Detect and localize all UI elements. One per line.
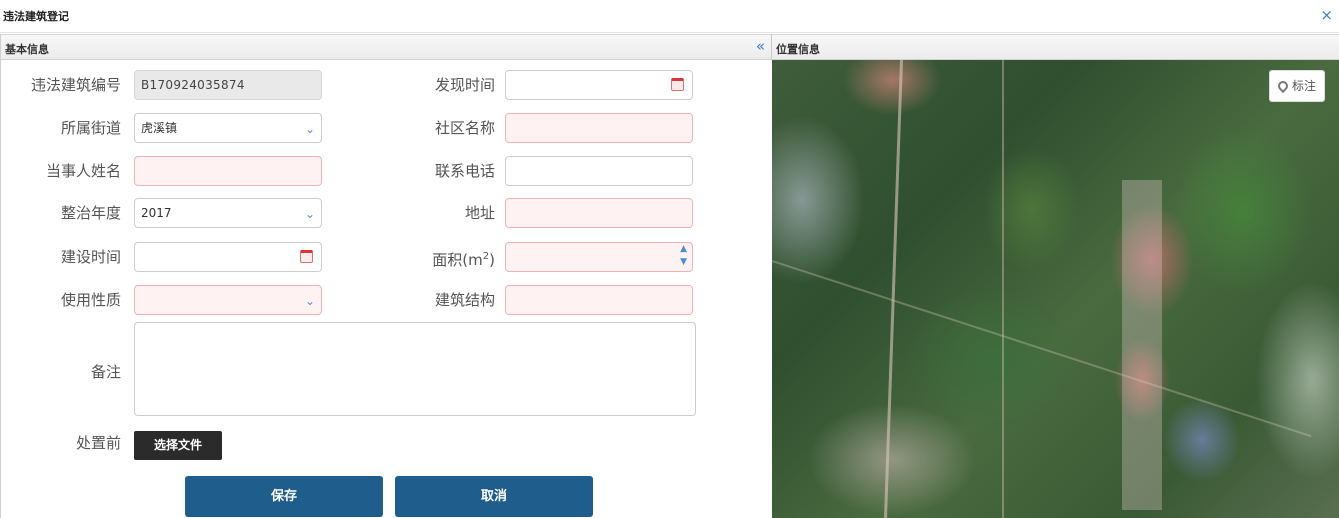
basic-info-form: 违法建筑编号 B170924035874 发现时间 所属街道 虎溪镇 ⌄ 社区名… <box>0 60 771 518</box>
party-name-label: 当事人姓名 <box>45 162 121 180</box>
calendar-icon[interactable] <box>671 78 684 91</box>
location-pin-icon <box>1275 78 1291 94</box>
community-field[interactable] <box>505 113 693 143</box>
map-road <box>884 60 903 518</box>
structure-label: 建筑结构 <box>434 291 495 309</box>
area-label-text: 面积(m <box>432 251 483 269</box>
street-select[interactable]: 虎溪镇 ⌄ <box>134 113 322 143</box>
mark-location-button[interactable]: 标注 <box>1269 70 1325 102</box>
address-field[interactable] <box>505 198 693 228</box>
save-button[interactable]: 保存 <box>185 476 383 517</box>
chevron-down-icon: ⌄ <box>304 207 315 221</box>
party-name-field[interactable] <box>134 156 322 186</box>
year-label: 整治年度 <box>60 204 121 222</box>
chevron-down-icon: ⌄ <box>304 122 315 136</box>
build-time-label: 建设时间 <box>60 248 121 266</box>
usage-label: 使用性质 <box>60 291 121 309</box>
community-label: 社区名称 <box>434 119 495 137</box>
year-select[interactable]: 2017 ⌄ <box>134 198 322 228</box>
building-no-field: B170924035874 <box>134 70 322 100</box>
address-label: 地址 <box>464 204 495 222</box>
chevron-down-icon: ⌄ <box>304 294 315 308</box>
mark-label: 标注 <box>1291 79 1316 93</box>
discover-time-label: 发现时间 <box>434 76 495 94</box>
location-info-title: 位置信息 <box>776 43 820 56</box>
basic-info-title: 基本信息 <box>5 43 49 56</box>
map-road <box>1002 60 1004 518</box>
phone-field[interactable] <box>505 156 693 186</box>
spinner-arrows-icon[interactable]: ▲ ▼ <box>680 243 687 269</box>
year-value: 2017 <box>141 206 172 220</box>
street-label: 所属街道 <box>60 119 121 137</box>
collapse-icon[interactable]: « <box>756 37 765 55</box>
building-no-label: 违法建筑编号 <box>30 76 121 94</box>
street-value: 虎溪镇 <box>141 121 178 135</box>
location-info-header: 位置信息 <box>771 34 1339 60</box>
window-titlebar: 违法建筑登记 × <box>0 0 1339 33</box>
remark-textarea[interactable] <box>134 322 696 416</box>
structure-field[interactable] <box>505 285 693 315</box>
discover-time-field[interactable] <box>505 70 693 100</box>
phone-label: 联系电话 <box>434 162 495 180</box>
map-built-area <box>1122 180 1162 510</box>
cancel-button[interactable]: 取消 <box>395 476 593 517</box>
area-label: 面积(m2) <box>405 242 495 272</box>
area-stepper[interactable]: ▲ ▼ <box>505 242 693 272</box>
satellite-map[interactable]: 标注 <box>772 60 1339 518</box>
usage-select[interactable]: ⌄ <box>134 285 322 315</box>
remark-label: 备注 <box>90 363 121 381</box>
build-time-field[interactable] <box>134 242 322 272</box>
map-road <box>772 260 1312 438</box>
area-label-close: ) <box>489 251 495 269</box>
window-title: 违法建筑登记 <box>3 10 69 23</box>
choose-file-button[interactable]: 选择文件 <box>134 431 222 460</box>
calendar-icon[interactable] <box>300 250 313 263</box>
close-icon[interactable]: × <box>1320 6 1333 24</box>
before-label: 处置前 <box>75 434 121 452</box>
basic-info-header: 基本信息 « <box>0 34 771 60</box>
